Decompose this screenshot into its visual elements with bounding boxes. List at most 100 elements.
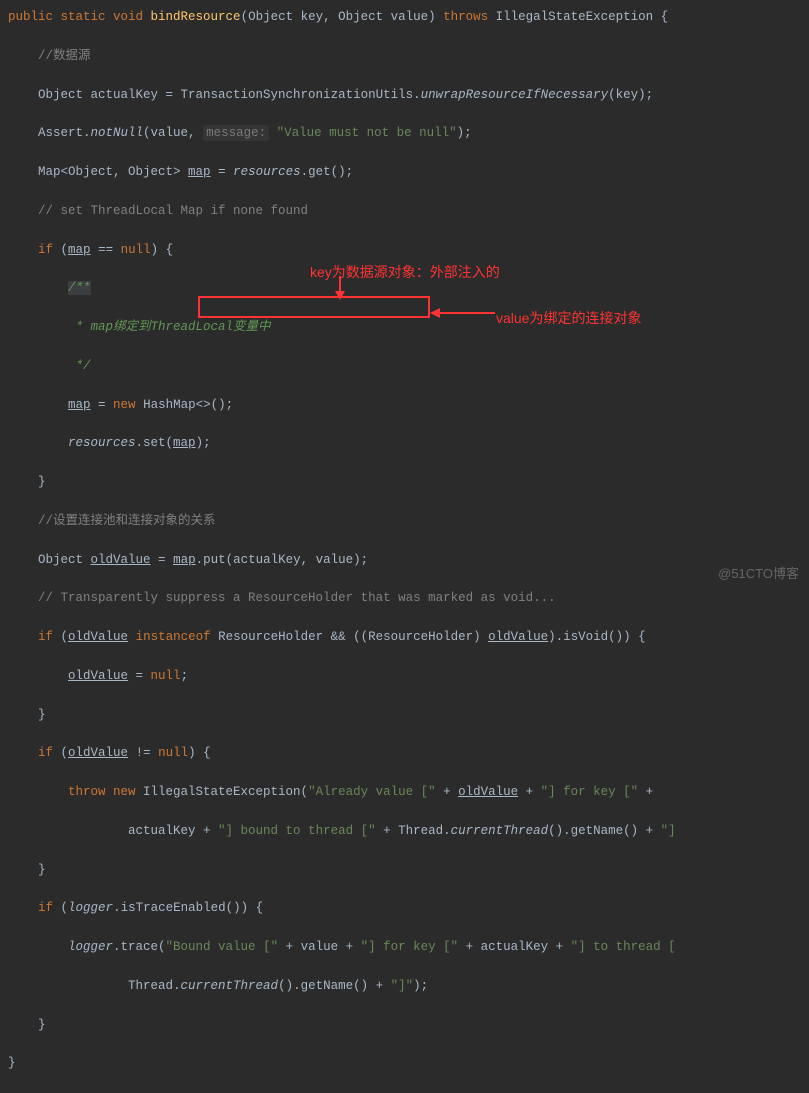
code-editor[interactable]: public static void bindResource(Object k… — [0, 8, 809, 1093]
txt: + Thread. — [376, 824, 451, 838]
kw-instanceof: instanceof — [136, 630, 219, 644]
brace: } — [38, 863, 46, 877]
kw-void: void — [113, 10, 151, 24]
var-oldvalue: oldValue — [91, 553, 151, 567]
string: "Value must not be null" — [269, 126, 457, 140]
static-call: currentThread — [451, 824, 549, 838]
txt: = — [211, 165, 234, 179]
txt: ( — [61, 243, 69, 257]
kw-public: public — [8, 10, 61, 24]
txt: ; — [181, 669, 189, 683]
txt: ().getName() + — [548, 824, 661, 838]
txt: IllegalStateException( — [143, 785, 308, 799]
exc: IllegalStateException { — [496, 10, 669, 24]
var-oldvalue: oldValue — [458, 785, 518, 799]
txt: + — [436, 785, 459, 799]
kw-null: null — [158, 746, 188, 760]
var-map: map — [173, 436, 196, 450]
var-oldvalue: oldValue — [488, 630, 548, 644]
txt: .put(actualKey, value); — [196, 553, 369, 567]
txt: ( — [61, 746, 69, 760]
txt: + — [638, 785, 653, 799]
txt: + actualKey + — [458, 940, 571, 954]
txt: .get(); — [301, 165, 354, 179]
txt: = — [128, 669, 151, 683]
static-call: unwrapResourceIfNecessary — [421, 88, 609, 102]
txt: .set( — [136, 436, 174, 450]
annotation-value: value为绑定的连接对象 — [496, 308, 641, 330]
txt: ); — [413, 979, 428, 993]
txt: Object actualKey = TransactionSynchroniz… — [38, 88, 421, 102]
txt: .isTraceEnabled()) { — [113, 901, 263, 915]
txt: = — [151, 553, 174, 567]
txt: == — [91, 243, 121, 257]
txt: != — [128, 746, 158, 760]
brace: } — [38, 475, 46, 489]
txt: ).isVoid()) { — [548, 630, 646, 644]
txt: Assert. — [38, 126, 91, 140]
txt: (key); — [608, 88, 653, 102]
string: "] for key [" — [361, 940, 459, 954]
kw-if: if — [38, 746, 61, 760]
sig: (Object key, Object value) — [241, 10, 444, 24]
txt: + value + — [278, 940, 361, 954]
doc-comment: * map绑定到ThreadLocal变量中 — [68, 320, 271, 334]
param-hint: message: — [203, 125, 269, 141]
txt: ResourceHolder && ((ResourceHolder) — [218, 630, 488, 644]
txt: ); — [457, 126, 472, 140]
highlight-box — [198, 296, 430, 318]
var-logger: logger — [68, 940, 113, 954]
txt: ().getName() + — [278, 979, 391, 993]
var-resources: resources — [68, 436, 136, 450]
kw-new: new — [113, 398, 143, 412]
doc-comment: /** — [68, 281, 91, 295]
string: "] for key [" — [541, 785, 639, 799]
var-map: map — [188, 165, 211, 179]
var-map: map — [68, 243, 91, 257]
var-oldvalue: oldValue — [68, 746, 128, 760]
kw-throws: throws — [443, 10, 496, 24]
comment: //设置连接池和连接对象的关系 — [38, 514, 216, 528]
txt: ) { — [151, 243, 174, 257]
arrow-right-icon — [430, 305, 500, 321]
txt: .trace( — [113, 940, 166, 954]
comment: // set ThreadLocal Map if none found — [38, 204, 308, 218]
method-name: bindResource — [151, 10, 241, 24]
var-oldvalue: oldValue — [68, 630, 128, 644]
var-resources: resources — [233, 165, 301, 179]
var-oldvalue: oldValue — [68, 669, 128, 683]
var-map: map — [173, 553, 196, 567]
txt: Thread. — [128, 979, 181, 993]
brace: } — [8, 1056, 16, 1070]
kw-static: static — [61, 10, 114, 24]
txt: ( — [61, 901, 69, 915]
string: "]" — [391, 979, 414, 993]
doc-comment: */ — [68, 359, 91, 373]
kw-if: if — [38, 630, 61, 644]
kw-null: null — [121, 243, 151, 257]
kw-null: null — [151, 669, 181, 683]
txt: Object — [38, 553, 91, 567]
comment: //数据源 — [38, 49, 91, 63]
kw-if: if — [38, 901, 61, 915]
annotation-key: key为数据源对象：外部注入的 — [310, 262, 500, 284]
var-logger: logger — [68, 901, 113, 915]
brace: } — [38, 1018, 46, 1032]
kw-throw: throw new — [68, 785, 143, 799]
static-call: notNull — [91, 126, 144, 140]
static-call: currentThread — [181, 979, 279, 993]
txt: ) { — [188, 746, 211, 760]
txt: Map<Object, Object> — [38, 165, 188, 179]
txt: = — [91, 398, 114, 412]
string: "Already value [" — [308, 785, 436, 799]
string: "] bound to thread [" — [218, 824, 376, 838]
txt: HashMap<>(); — [143, 398, 233, 412]
comment: // Transparently suppress a ResourceHold… — [38, 591, 556, 605]
watermark: @51CTO博客 — [718, 564, 799, 584]
txt: + — [518, 785, 541, 799]
string: "Bound value [" — [166, 940, 279, 954]
txt: ( — [61, 630, 69, 644]
txt: actualKey + — [128, 824, 218, 838]
string: "] — [661, 824, 676, 838]
txt: ); — [196, 436, 211, 450]
